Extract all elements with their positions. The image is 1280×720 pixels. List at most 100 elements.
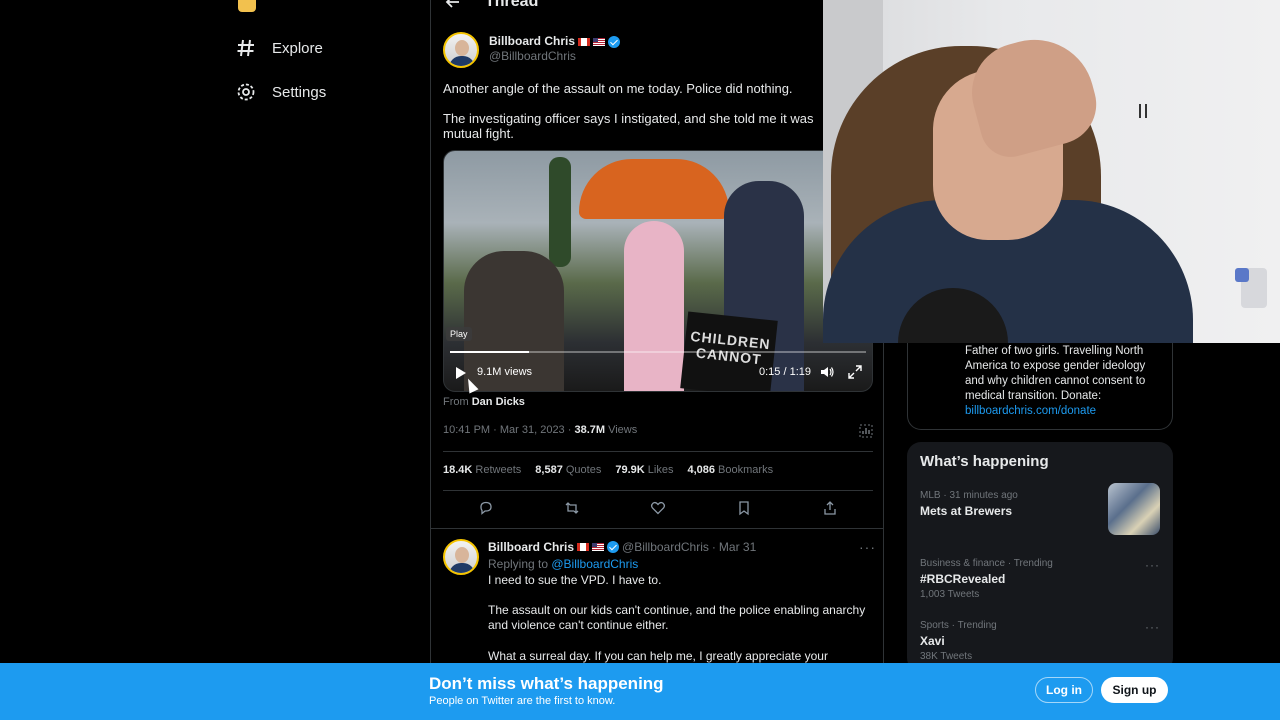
video-views: 9.1M views: [477, 366, 533, 378]
trend-count: 1,003 Tweets: [920, 589, 980, 600]
reply-icon[interactable]: [478, 500, 494, 516]
quotes-stat[interactable]: 8,587 Quotes: [535, 464, 601, 476]
reply-text-line-1: I need to sue the VPD. I have to.: [488, 573, 662, 587]
divider: [443, 451, 873, 452]
likes-label: Likes: [647, 464, 674, 476]
reply-text-line-3: What a surreal day. If you can help me, …: [488, 649, 828, 663]
tweet-author[interactable]: Billboard Chris @BillboardChris: [443, 32, 621, 68]
nav-label-settings: Settings: [272, 83, 327, 101]
trend-item[interactable]: MLB · 31 minutes ago Mets at Brewers: [920, 483, 1160, 535]
trend-meta: Sports · Trending: [920, 620, 997, 631]
reply-author-name[interactable]: Billboard Chris: [488, 540, 574, 554]
quotes-label: Quotes: [565, 464, 602, 476]
reply-tweet[interactable]: Billboard Chris @BillboardChris · Mar 31…: [431, 528, 883, 663]
play-icon[interactable]: [456, 367, 466, 379]
retweet-icon[interactable]: [564, 500, 580, 516]
retweets-count: 18.4K: [443, 464, 473, 476]
more-options-icon[interactable]: ···: [1145, 620, 1160, 634]
more-options-icon[interactable]: ···: [1145, 558, 1160, 572]
from-name[interactable]: Dan Dicks: [472, 396, 525, 408]
tweet-views-label: Views: [605, 424, 638, 436]
trend-item[interactable]: Sports · Trending Xavi 38K Tweets ···: [920, 620, 1160, 662]
signup-button[interactable]: Sign up: [1101, 677, 1168, 703]
author-avatar[interactable]: [443, 32, 479, 68]
video-scene-tree: [549, 157, 571, 267]
bookmark-icon[interactable]: [736, 500, 752, 516]
webcam-scene-plug: [1235, 268, 1249, 282]
more-options-icon[interactable]: ···: [859, 539, 876, 555]
replying-to-handle[interactable]: @BillboardChris: [551, 557, 638, 571]
trend-thumbnail: [1108, 483, 1160, 535]
video-time: 0:15 / 1:19: [759, 366, 811, 378]
gear-icon: [237, 83, 255, 101]
reply-date[interactable]: Mar 31: [719, 540, 756, 554]
share-icon[interactable]: [822, 500, 838, 516]
tweet-views-count: 38.7M: [574, 424, 606, 436]
video-progress-bar[interactable]: [450, 351, 866, 353]
nav-item-explore[interactable]: Explore: [236, 38, 323, 58]
signup-banner: Don’t miss what’s happening People on Tw…: [0, 663, 1280, 720]
verified-badge-icon: [608, 35, 621, 48]
profile-icon[interactable]: [238, 0, 256, 12]
bio-text: Father of two girls. Travelling North Am…: [965, 344, 1165, 419]
likes-count: 79.9K: [615, 464, 645, 476]
canada-flag-icon: [577, 543, 590, 551]
replying-to: Replying to @BillboardChris: [488, 557, 638, 571]
banner-title: Don’t miss what’s happening: [429, 674, 664, 693]
bookmarks-count: 4,086: [687, 464, 715, 476]
whats-happening-title: What’s happening: [920, 453, 1049, 470]
trend-item[interactable]: Business & finance · Trending #RBCReveal…: [920, 558, 1160, 600]
video-play-label: Play: [446, 327, 472, 341]
tweet-actions: [431, 500, 883, 520]
bookmarks-stat[interactable]: 4,086 Bookmarks: [687, 464, 773, 476]
left-navigation: Explore Settings: [0, 0, 430, 663]
thread-title: Thread: [485, 0, 539, 10]
divider: [443, 490, 873, 491]
login-button[interactable]: Log in: [1035, 677, 1093, 703]
banner-subtitle: People on Twitter are the first to know.: [429, 695, 616, 707]
volume-icon[interactable]: [820, 365, 834, 379]
retweets-label: Retweets: [475, 464, 522, 476]
reply-separator: ·: [711, 540, 716, 554]
thread-header: Thread: [431, 0, 538, 14]
hashtag-icon: [237, 39, 254, 57]
from-label: From: [443, 396, 469, 408]
trend-meta: Business & finance · Trending: [920, 558, 1053, 569]
reply-text-line-2: The assault on our kids can't continue, …: [488, 603, 866, 632]
like-icon[interactable]: [650, 500, 666, 516]
tweet-text-line-1: Another angle of the assault on me today…: [443, 81, 793, 96]
author-bio-card: Father of two girls. Travelling North Am…: [907, 330, 1173, 430]
tweet-meta: 10:41 PM · Mar 31, 2023 · 38.7M Views: [443, 424, 637, 436]
bookmarks-label: Bookmarks: [718, 464, 774, 476]
author-handle[interactable]: @BillboardChris: [489, 49, 620, 64]
nav-item-settings[interactable]: Settings: [236, 82, 326, 102]
quotes-count: 8,587: [535, 464, 563, 476]
tweet-text-line-2: The investigating officer says I instiga…: [443, 111, 814, 141]
reply-author-avatar[interactable]: [443, 539, 479, 575]
fullscreen-icon[interactable]: [848, 365, 862, 379]
nav-label-explore: Explore: [272, 39, 323, 57]
bio-link[interactable]: billboardchris.com/donate: [965, 405, 1096, 417]
video-scene-umbrella: [579, 159, 729, 219]
usa-flag-icon: [592, 543, 605, 551]
webcam-scene-wall-mark: [1139, 104, 1147, 118]
likes-stat[interactable]: 79.9K Likes: [615, 464, 673, 476]
tweet-stats: 18.4K Retweets 8,587 Quotes 79.9K Likes …: [443, 464, 773, 476]
bio-description: Father of two girls. Travelling North Am…: [965, 345, 1146, 402]
main-column: Thread Billboard Chris @BillboardChris A…: [430, 0, 884, 663]
video-controls: 9.1M views 0:15 / 1:19: [444, 363, 872, 385]
author-name[interactable]: Billboard Chris: [489, 34, 575, 49]
video-player[interactable]: CHILDREN CANNOT Play 9.1M views 0:15 / 1…: [443, 150, 873, 392]
reply-author-handle[interactable]: @BillboardChris: [622, 540, 709, 554]
author-name-row[interactable]: Billboard Chris: [489, 34, 621, 49]
analytics-icon[interactable]: [859, 424, 873, 438]
usa-flag-icon: [593, 37, 606, 46]
reply-header: Billboard Chris @BillboardChris · Mar 31: [488, 540, 756, 554]
back-arrow-icon[interactable]: [445, 0, 461, 10]
retweets-stat[interactable]: 18.4K Retweets: [443, 464, 521, 476]
tweet-timestamp[interactable]: 10:41 PM · Mar 31, 2023 ·: [443, 424, 574, 436]
video-progress-fill: [450, 351, 530, 353]
webcam-overlay: [823, 0, 1280, 343]
verified-badge-icon: [607, 541, 620, 553]
trend-count: 38K Tweets: [920, 651, 973, 662]
